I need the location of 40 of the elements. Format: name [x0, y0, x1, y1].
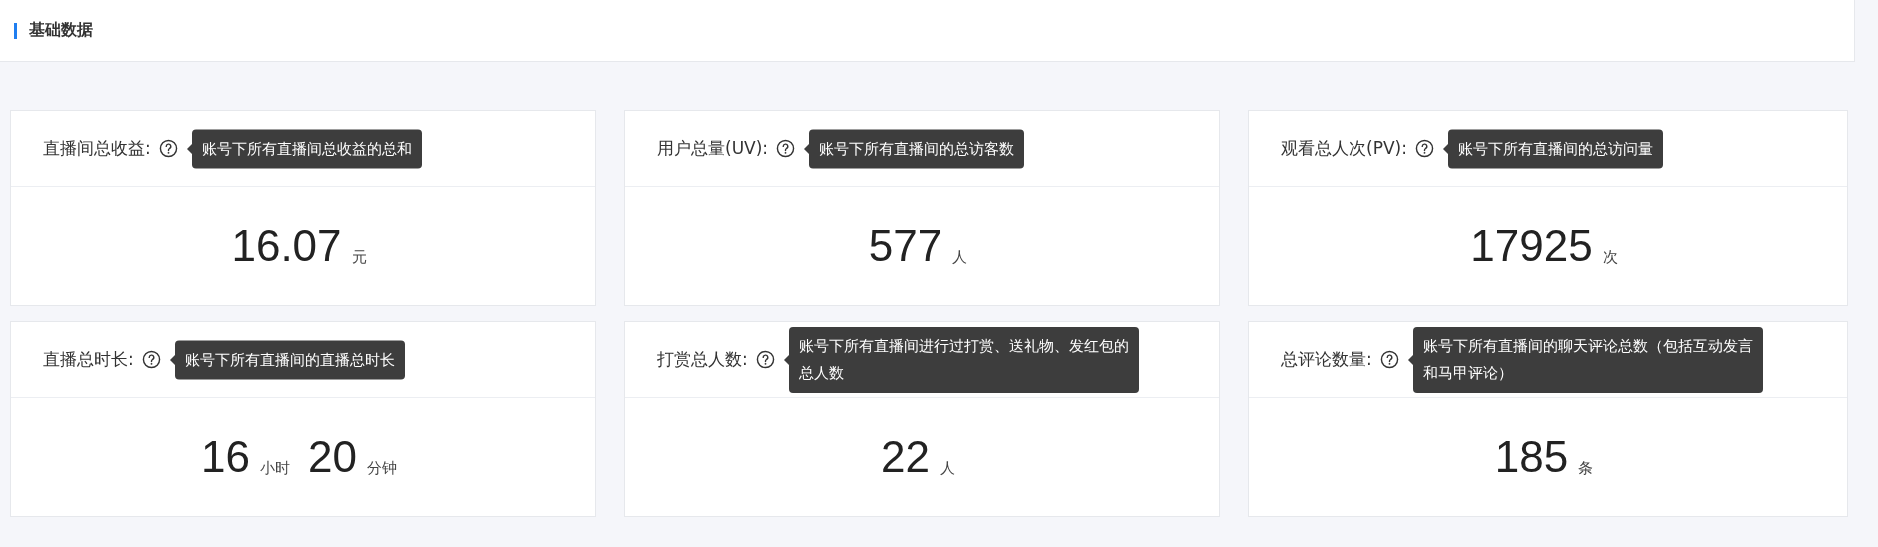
tooltip: 账号下所有直播间的总访问量: [1447, 129, 1663, 168]
help-icon[interactable]: [158, 139, 178, 158]
tooltip: 账号下所有直播间的总访客数: [809, 129, 1025, 168]
stat-label: 总评论数量:: [1281, 348, 1372, 371]
accent-bar: [14, 22, 17, 39]
stat-label: 用户总量(UV):: [657, 137, 769, 160]
stat-value: 16: [201, 432, 250, 482]
stat-value: 17925: [1470, 221, 1593, 271]
stat-value: 20: [308, 432, 357, 482]
stat-unit: 分钟: [366, 458, 397, 478]
stat-label: 直播总时长:: [43, 348, 134, 371]
tooltip-pointer-icon: [783, 354, 789, 365]
stat-unit: 人: [952, 247, 968, 267]
stat-unit: 条: [1578, 458, 1594, 478]
stat-value: 16.07: [231, 221, 342, 271]
tooltip-pointer-icon: [169, 354, 175, 365]
tooltip-pointer-icon: [186, 143, 192, 154]
stat-value: 22: [881, 432, 930, 482]
tooltip: 账号下所有直播间的直播总时长: [174, 340, 405, 379]
tooltip: 账号下所有直播间的聊天评论总数（包括互动发言和马甲评论）: [1412, 326, 1763, 393]
help-icon[interactable]: [1414, 139, 1434, 158]
help-icon[interactable]: [1379, 350, 1399, 369]
stat-unit: 人: [939, 458, 955, 478]
help-icon[interactable]: [141, 350, 161, 369]
tooltip: 账号下所有直播间进行过打赏、送礼物、发红包的总人数: [788, 326, 1139, 393]
tooltip-pointer-icon: [804, 143, 810, 154]
stat-unit: 小时: [260, 458, 290, 478]
tooltip-pointer-icon: [1442, 143, 1448, 154]
stat-value: 577: [868, 221, 943, 271]
section-title: 基础数据: [29, 20, 93, 41]
help-icon[interactable]: [755, 350, 775, 369]
tooltip-pointer-icon: [1407, 354, 1413, 365]
stat-label: 打赏总人数:: [657, 348, 748, 371]
stat-label: 直播间总收益:: [43, 137, 151, 160]
help-icon[interactable]: [776, 139, 796, 158]
stat-unit: 元: [351, 247, 367, 267]
tooltip: 账号下所有直播间总收益的总和: [191, 129, 422, 168]
stat-label: 观看总人次(PV):: [1281, 137, 1407, 160]
stat-unit: 次: [1602, 247, 1618, 267]
stat-value: 185: [1494, 432, 1569, 482]
